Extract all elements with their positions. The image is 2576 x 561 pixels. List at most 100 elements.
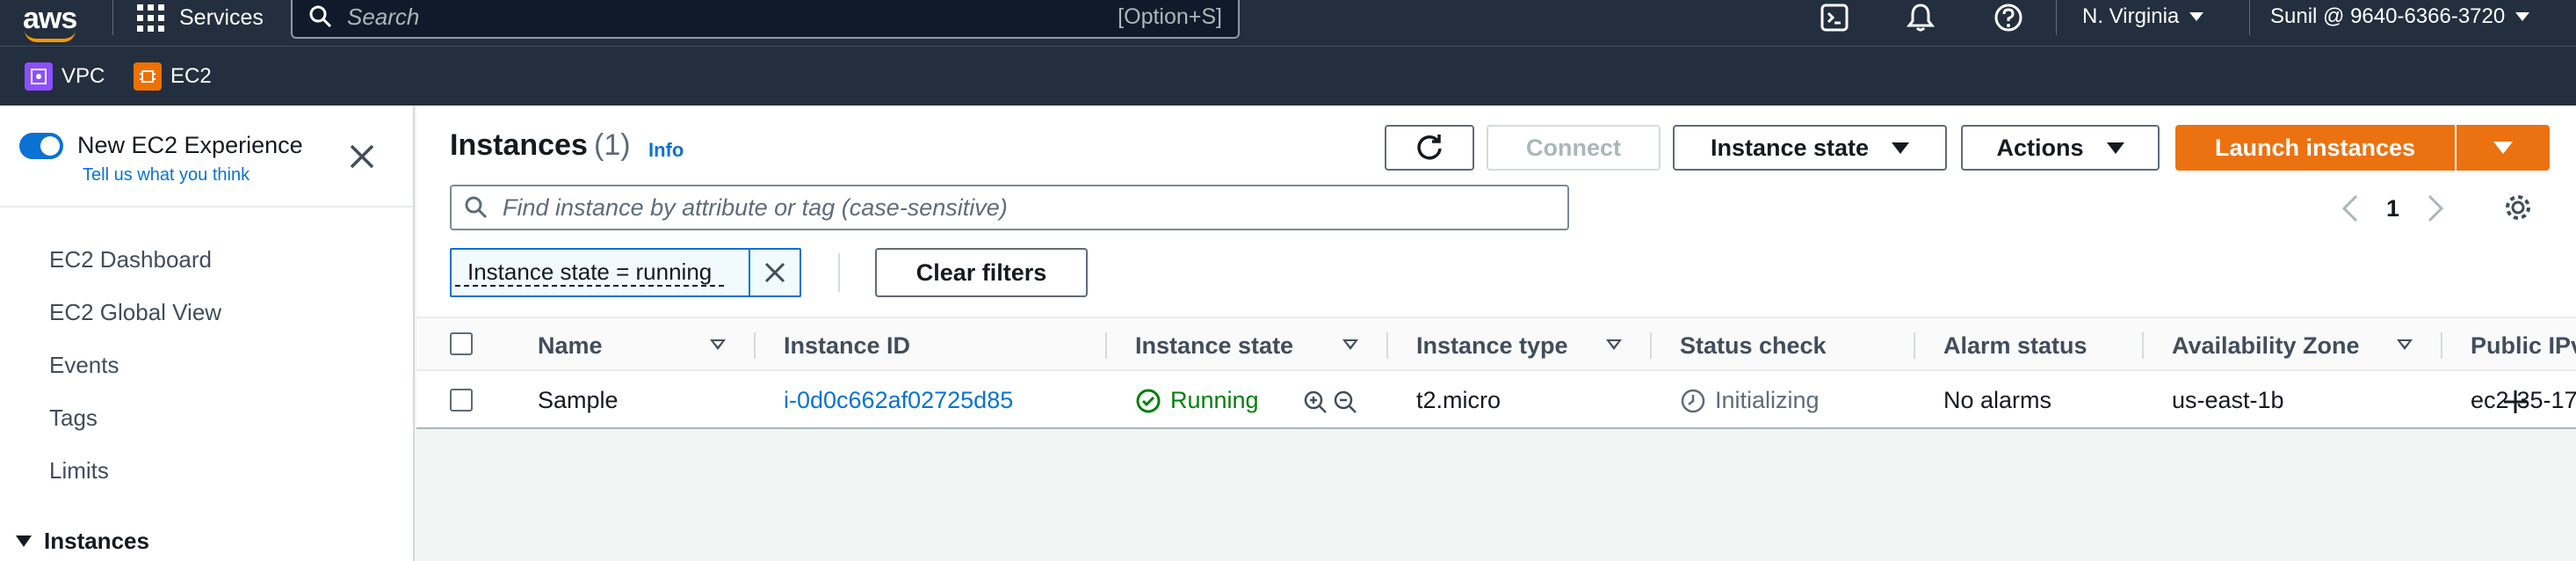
info-link[interactable]: Info <box>648 139 684 162</box>
favorites-bar: VPC EC2 <box>0 46 2576 106</box>
services-label: Services <box>179 4 264 30</box>
cell-instance-type: t2.micro <box>1416 387 1501 413</box>
cell-name: Sample <box>538 387 619 413</box>
launch-instances-button[interactable]: Launch instances <box>2175 125 2455 171</box>
cloudshell-icon[interactable] <box>1819 2 1850 33</box>
instance-id-link[interactable]: i-0d0c662af02725d85 <box>784 387 1013 414</box>
row-checkbox[interactable] <box>450 389 473 412</box>
favorite-label: VPC <box>62 64 105 88</box>
grid-icon <box>137 4 164 32</box>
sidebar-item-events[interactable]: Events <box>49 352 119 379</box>
caret-down-icon <box>1892 142 1910 154</box>
sort-icon[interactable] <box>1342 339 1358 350</box>
gear-icon[interactable] <box>2502 192 2534 223</box>
account-label: Sunil @ 9640-6366-3720 <box>2270 4 2506 28</box>
top-navigation: aws Services Search [Option+S] N. Virgin… <box>0 0 2576 46</box>
sidebar-section-instances[interactable]: Instances <box>16 528 149 555</box>
caret-down-icon <box>2189 12 2204 21</box>
sidebar: New EC2 Experience Tell us what you thin… <box>0 106 415 561</box>
column-header-instance-id[interactable]: Instance ID <box>784 332 910 360</box>
caret-down-icon <box>2493 142 2513 154</box>
services-menu[interactable]: Services <box>137 0 264 35</box>
region-selector[interactable]: N. Virginia <box>2082 0 2204 33</box>
zoom-in-icon[interactable] <box>1302 389 1330 415</box>
clear-filters-button[interactable]: Clear filters <box>875 248 1088 297</box>
table-row[interactable]: Sample i-0d0c662af02725d85 Running t2.mi… <box>416 373 2576 427</box>
cell-status-check: Initializing <box>1680 387 1820 414</box>
sidebar-divider <box>0 206 413 208</box>
actions-button[interactable]: Actions <box>1961 125 2160 171</box>
table-header: Name Instance ID Instance state Instance… <box>416 317 2576 371</box>
state-label: Running <box>1170 387 1259 413</box>
status-check-label: Initializing <box>1715 387 1820 413</box>
refresh-button[interactable] <box>1385 125 1474 171</box>
sidebar-item-tags[interactable]: Tags <box>49 404 98 432</box>
page-number[interactable]: 1 <box>2386 195 2399 222</box>
aws-logo-smile <box>25 30 76 42</box>
connect-button[interactable]: Connect <box>1487 125 1661 171</box>
account-menu[interactable]: Sunil @ 9640-6366-3720 <box>2270 0 2530 33</box>
search-shortcut: [Option+S] <box>1118 4 1222 29</box>
sort-icon[interactable] <box>2397 339 2413 350</box>
search-icon <box>465 196 488 219</box>
experience-title: New EC2 Experience <box>77 132 303 158</box>
cell-availability-zone: us-east-1b <box>2172 387 2284 413</box>
cell-alarm-status: No alarms <box>1943 387 2052 413</box>
sidebar-item-ec2-global-view[interactable]: EC2 Global View <box>49 299 221 326</box>
close-icon[interactable] <box>346 141 378 172</box>
nav-divider <box>2056 0 2057 35</box>
state-filter-icons <box>1302 389 1360 415</box>
help-icon[interactable] <box>1993 2 2024 33</box>
caret-down-icon <box>2106 142 2124 154</box>
launch-dropdown-button[interactable] <box>2457 125 2550 171</box>
column-header-availability-zone[interactable]: Availability Zone <box>2172 332 2360 360</box>
remove-filter-button[interactable] <box>749 250 800 295</box>
search-input[interactable]: Search [Option+S] <box>291 0 1240 39</box>
cell-instance-state: Running <box>1135 387 1259 414</box>
favorite-vpc[interactable]: VPC <box>25 62 105 91</box>
column-header-instance-type[interactable]: Instance type <box>1416 332 1568 360</box>
sort-icon[interactable] <box>710 339 726 350</box>
expand-icon <box>16 536 32 547</box>
cell-public-dns: ec2-35-17 <box>2471 387 2576 413</box>
sidebar-item-limits[interactable]: Limits <box>49 457 109 484</box>
column-header-status-check[interactable]: Status check <box>1680 332 1827 360</box>
instance-state-button[interactable]: Instance state <box>1673 125 1947 171</box>
column-header-name[interactable]: Name <box>538 332 603 360</box>
check-circle-icon <box>1136 389 1161 412</box>
instance-state-label: Instance state <box>1710 134 1870 161</box>
column-divider[interactable] <box>754 332 756 359</box>
nav-divider <box>112 0 113 35</box>
favorite-ec2[interactable]: EC2 <box>134 62 212 91</box>
chevron-right-icon[interactable] <box>2426 193 2445 223</box>
favorite-label: EC2 <box>170 64 212 88</box>
sort-icon[interactable] <box>1606 339 1622 350</box>
instance-filter-input[interactable]: Find instance by attribute or tag (case-… <box>450 185 1569 230</box>
pagination: 1 <box>2341 193 2445 223</box>
column-divider[interactable] <box>1105 332 1107 359</box>
instance-count: (1) <box>594 128 631 162</box>
bell-icon[interactable] <box>1905 2 1936 33</box>
page-title: Instances <box>450 128 588 162</box>
feedback-link[interactable]: Tell us what you think <box>83 165 250 186</box>
sidebar-item-ec2-dashboard[interactable]: EC2 Dashboard <box>49 246 212 273</box>
filter-divider <box>838 253 840 292</box>
column-divider[interactable] <box>1386 332 1388 359</box>
actions-label: Actions <box>1996 134 2084 161</box>
column-divider[interactable] <box>2142 332 2144 359</box>
column-header-public-dns[interactable]: Public IPv4 DNS <box>2471 332 2576 360</box>
new-experience-toggle[interactable] <box>19 133 63 159</box>
search-icon <box>309 5 332 28</box>
zoom-out-icon[interactable] <box>1332 389 1360 415</box>
instances-panel: Instances (1) Info Connect Instance stat… <box>416 106 2576 429</box>
select-all-checkbox[interactable] <box>450 332 473 355</box>
chevron-left-icon[interactable] <box>2341 193 2360 223</box>
column-divider[interactable] <box>1914 332 1915 359</box>
column-header-instance-state[interactable]: Instance state <box>1135 332 1293 360</box>
column-header-alarm-status[interactable]: Alarm status <box>1943 332 2088 360</box>
column-divider[interactable] <box>2441 332 2442 359</box>
vpc-service-icon <box>25 62 53 91</box>
column-divider[interactable] <box>1650 332 1652 359</box>
filter-token[interactable]: Instance state = running <box>450 248 801 297</box>
refresh-icon <box>1417 135 1442 160</box>
